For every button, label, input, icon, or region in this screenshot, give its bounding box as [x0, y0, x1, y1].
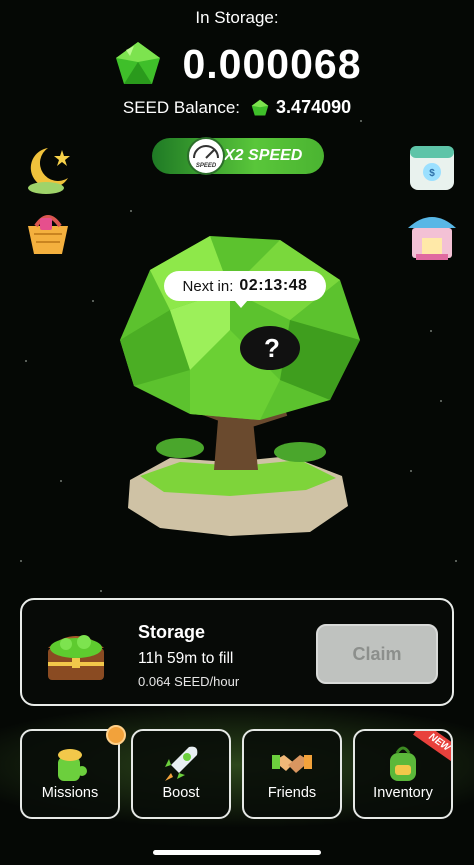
shop-icon[interactable]	[402, 204, 462, 264]
nav-boost[interactable]: Boost	[131, 729, 231, 819]
missions-icon	[58, 749, 87, 781]
speedometer-icon: SPEED	[187, 137, 225, 175]
balance-label: SEED Balance:	[122, 97, 241, 117]
x2-speed-badge[interactable]: SPEED X2 SPEED	[152, 137, 324, 175]
treasure-chest-icon	[48, 635, 104, 680]
mystery-mark: ?	[264, 333, 280, 363]
green-gem-icon	[116, 42, 161, 84]
backpack-icon	[390, 746, 416, 781]
claim-button[interactable]: Claim	[316, 624, 438, 684]
next-in-label: Next in:	[182, 277, 234, 295]
storage-label: In Storage:	[195, 8, 279, 27]
fill-time: 11h 59m to fill	[138, 650, 234, 667]
next-in-bubble: Next in: 02:13:48	[164, 271, 326, 308]
nav-friends[interactable]: Friends	[242, 729, 342, 819]
moon-star-icon[interactable]	[18, 140, 78, 200]
storage-title: Storage	[138, 622, 206, 642]
svg-text:$: $	[429, 168, 435, 179]
nav-inventory[interactable]: Inventory NEW	[353, 729, 453, 819]
storage-amount: 0.000068	[0, 40, 474, 88]
notification-dot	[106, 725, 126, 745]
calendar-icon[interactable]: $	[402, 136, 462, 196]
bottom-nav: Missions Boost Friends Inventory NEW	[20, 725, 454, 819]
next-in-timer: 02:13:48	[239, 277, 308, 294]
speed-label: X2 SPEED	[224, 147, 303, 164]
handshake-icon	[272, 755, 312, 773]
home-indicator[interactable]	[153, 850, 321, 855]
balance-value: 3.474090	[276, 97, 352, 117]
seed-balance: SEED Balance: 3.474090	[0, 97, 474, 118]
nav-missions[interactable]: Missions	[20, 725, 126, 819]
shopping-basket-icon[interactable]	[18, 204, 78, 264]
nav-missions-label: Missions	[41, 785, 99, 801]
gauge-label: SPEED	[196, 163, 217, 169]
nav-friends-label: Friends	[267, 785, 317, 801]
nav-inventory-label: Inventory	[373, 785, 433, 801]
small-gem-icon	[251, 99, 269, 115]
rocket-icon	[165, 746, 198, 781]
nav-boost-label: Boost	[162, 785, 200, 801]
seed-rate: 0.064 SEED/hour	[138, 674, 240, 689]
storage-value: 0.000068	[182, 40, 362, 87]
